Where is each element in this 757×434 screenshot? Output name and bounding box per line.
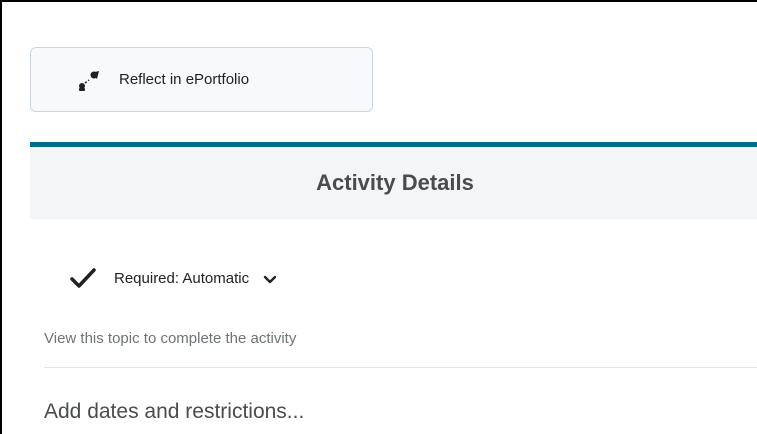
requirement-description: View this topic to complete the activity — [44, 330, 297, 347]
checkmark-icon — [70, 268, 96, 288]
eportfolio-reflect-icon — [79, 70, 99, 91]
reflect-label: Reflect in ePortfolio — [119, 71, 250, 88]
activity-details-panel: Activity Details Required: Automatic Vie… — [30, 142, 757, 434]
chevron-down-icon[interactable] — [263, 275, 277, 285]
activity-details-title: Activity Details — [316, 170, 474, 195]
requirement-label: Required: Automatic — [114, 269, 250, 287]
completion-requirement-row: Required: Automatic — [70, 267, 277, 289]
activity-details-header: Activity Details — [30, 147, 757, 219]
add-dates-and-restrictions-link[interactable]: Add dates and restrictions... — [44, 400, 304, 424]
divider — [44, 367, 757, 368]
reflect-in-eportfolio-button[interactable]: Reflect in ePortfolio — [30, 47, 373, 112]
content-frame: Reflect in ePortfolio Activity Details R… — [0, 0, 757, 434]
